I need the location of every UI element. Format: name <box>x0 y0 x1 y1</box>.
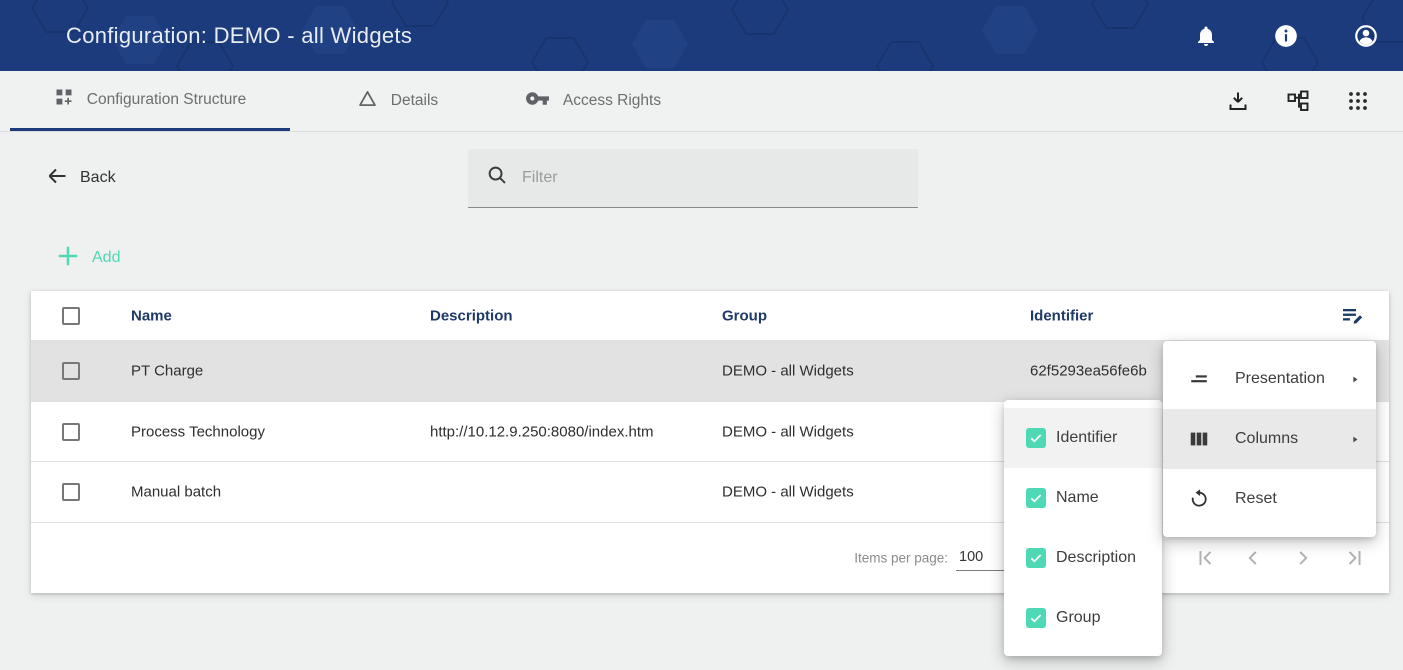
items-per-page-label: Items per page: <box>854 551 948 566</box>
submenu-item-group[interactable]: Group <box>1004 588 1162 648</box>
column-header-name[interactable]: Name <box>131 307 172 324</box>
tab-access-rights[interactable]: Access Rights <box>503 71 683 131</box>
dashboard-customize-icon <box>54 87 74 112</box>
next-page-icon[interactable] <box>1291 546 1315 570</box>
add-button[interactable]: Add <box>55 243 120 273</box>
reset-icon <box>1188 488 1210 510</box>
submenu-arrow-icon <box>1350 433 1360 445</box>
tab-details[interactable]: Details <box>340 71 455 131</box>
table-header-row: Name Description Group Identifier <box>31 291 1389 341</box>
submenu-item-label: Name <box>1056 489 1099 507</box>
columns-submenu: Identifier Name Description Group <box>1004 400 1162 656</box>
cell-group: DEMO - all Widgets <box>722 423 854 440</box>
submenu-item-name[interactable]: Name <box>1004 468 1162 528</box>
cell-description: http://10.12.9.250:8080/index.htm <box>430 423 654 440</box>
tabbar-actions <box>1226 71 1370 131</box>
menu-item-presentation[interactable]: Presentation <box>1163 349 1376 409</box>
row-checkbox[interactable] <box>62 483 80 501</box>
key-icon <box>525 86 550 116</box>
appbar-actions <box>1193 0 1379 71</box>
checked-checkbox-icon[interactable] <box>1026 488 1046 508</box>
warning-triangle-icon <box>357 88 378 114</box>
tab-configuration-structure[interactable]: Configuration Structure <box>10 71 290 131</box>
last-page-icon[interactable] <box>1343 546 1367 570</box>
checked-checkbox-icon[interactable] <box>1026 548 1046 568</box>
back-button[interactable]: Back <box>45 163 116 193</box>
row-checkbox[interactable] <box>62 362 80 380</box>
column-header-identifier[interactable]: Identifier <box>1030 307 1093 324</box>
submenu-item-label: Identifier <box>1056 429 1117 447</box>
submenu-item-label: Group <box>1056 609 1100 627</box>
add-label: Add <box>92 249 120 267</box>
cell-group: DEMO - all Widgets <box>722 484 854 501</box>
first-page-icon[interactable] <box>1193 546 1217 570</box>
menu-item-label: Presentation <box>1235 370 1325 388</box>
tab-bar: Configuration Structure Details Access R… <box>0 71 1403 132</box>
select-all-checkbox[interactable] <box>62 307 80 325</box>
prev-page-icon[interactable] <box>1241 546 1265 570</box>
download-icon[interactable] <box>1226 89 1250 113</box>
cell-name: PT Charge <box>131 363 203 380</box>
columns-icon <box>1188 428 1210 450</box>
submenu-arrow-icon <box>1350 373 1360 385</box>
menu-item-reset[interactable]: Reset <box>1163 469 1376 529</box>
back-label: Back <box>80 169 116 187</box>
tab-label: Configuration Structure <box>87 91 246 109</box>
presentation-lines-icon <box>1188 368 1210 390</box>
filter-field <box>468 149 918 208</box>
submenu-item-identifier[interactable]: Identifier <box>1004 408 1162 468</box>
menu-item-columns[interactable]: Columns <box>1163 409 1376 469</box>
menu-item-label: Reset <box>1235 490 1277 508</box>
edit-columns-icon[interactable] <box>1341 304 1365 328</box>
app-window: Configuration: DEMO - all Widgets Config… <box>0 0 1403 670</box>
items-per-page-select[interactable]: 100 <box>956 545 1011 571</box>
row-checkbox[interactable] <box>62 423 80 441</box>
back-arrow-icon <box>45 164 69 193</box>
column-header-group[interactable]: Group <box>722 307 767 324</box>
column-header-description[interactable]: Description <box>430 307 513 324</box>
cell-name: Process Technology <box>131 423 265 440</box>
page-title: Configuration: DEMO - all Widgets <box>66 0 412 71</box>
tab-label: Access Rights <box>563 92 661 110</box>
info-icon[interactable] <box>1273 23 1299 49</box>
submenu-item-description[interactable]: Description <box>1004 528 1162 588</box>
checked-checkbox-icon[interactable] <box>1026 428 1046 448</box>
cell-group: DEMO - all Widgets <box>722 363 854 380</box>
plus-icon <box>55 243 81 274</box>
app-header: Configuration: DEMO - all Widgets <box>0 0 1403 71</box>
checked-checkbox-icon[interactable] <box>1026 608 1046 628</box>
menu-item-label: Columns <box>1235 430 1298 448</box>
account-icon[interactable] <box>1353 23 1379 49</box>
tab-label: Details <box>391 92 438 110</box>
hierarchy-icon[interactable] <box>1286 89 1310 113</box>
submenu-item-label: Description <box>1056 549 1136 567</box>
apps-grid-icon[interactable] <box>1346 89 1370 113</box>
notifications-icon[interactable] <box>1193 23 1219 49</box>
cell-name: Manual batch <box>131 484 221 501</box>
search-icon <box>486 164 509 192</box>
table-context-menu: Presentation Columns Reset <box>1163 341 1376 537</box>
cell-identifier: 62f5293ea56fe6b <box>1030 363 1147 380</box>
filter-input[interactable] <box>509 149 918 207</box>
